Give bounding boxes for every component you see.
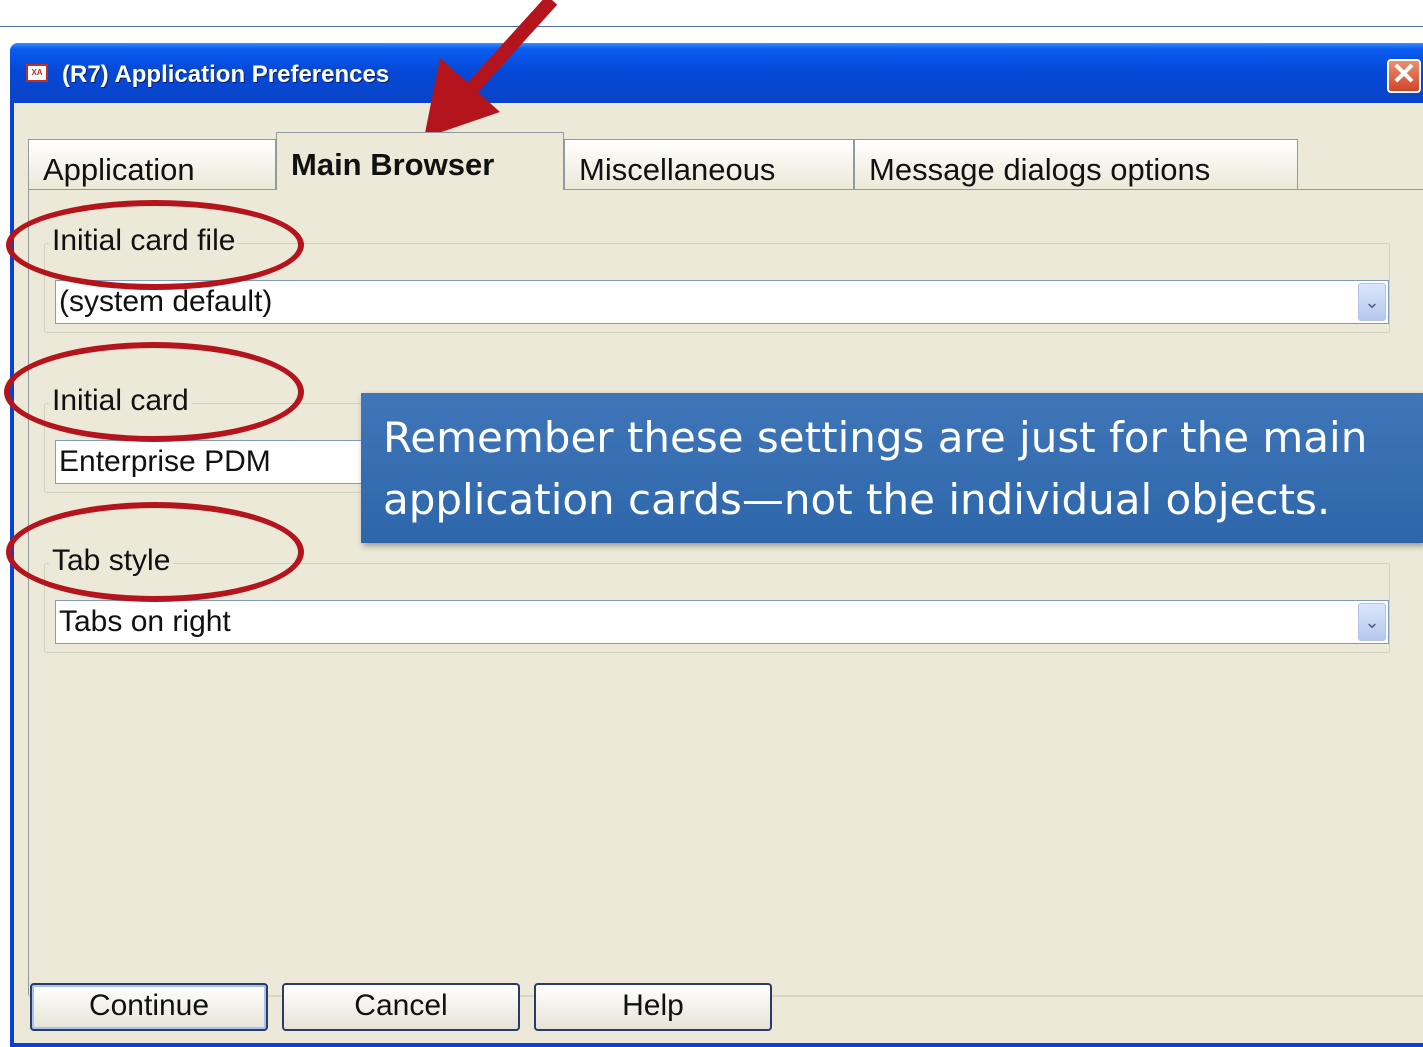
annotation-arrow — [424, 0, 558, 138]
tab-main-browser[interactable]: Main Browser — [276, 132, 564, 190]
